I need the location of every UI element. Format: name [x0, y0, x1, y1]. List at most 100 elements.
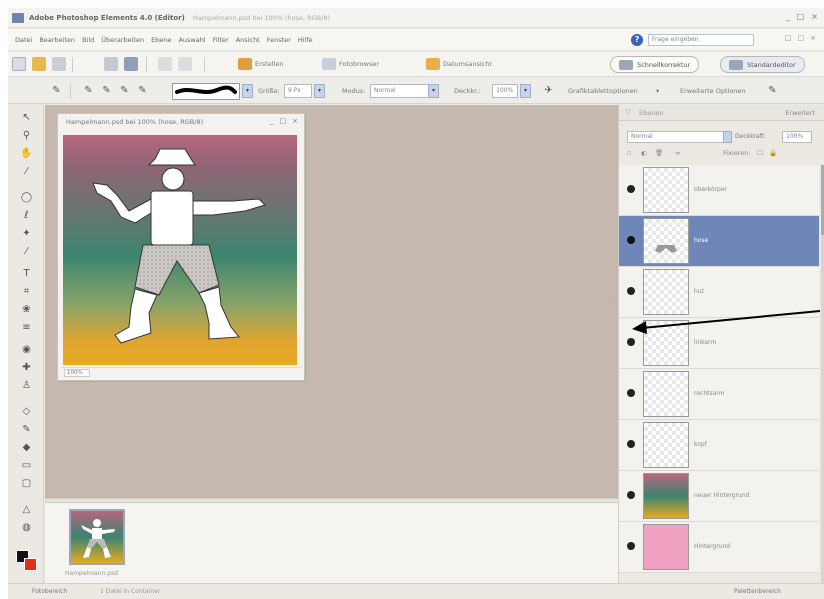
- lock-all-icon[interactable]: 🔒: [769, 149, 777, 157]
- impressionist-brush-icon[interactable]: ✎: [100, 84, 113, 97]
- open-folder-icon[interactable]: [32, 57, 46, 71]
- collapse-triangle-icon[interactable]: ▽: [625, 108, 630, 116]
- zoom-tool-icon[interactable]: ⚲: [20, 129, 33, 142]
- tablet-dropdown-icon[interactable]: ▾: [656, 87, 659, 95]
- lock-transparency-checkbox[interactable]: ☐: [757, 149, 763, 157]
- help-icon[interactable]: ?: [631, 34, 643, 46]
- help-search-input[interactable]: Frage eingeben: [648, 34, 754, 46]
- menu-ebene[interactable]: Ebene: [151, 36, 171, 44]
- opacity-input[interactable]: 100%: [492, 84, 518, 98]
- straighten-tool-icon[interactable]: ≡: [20, 321, 33, 334]
- menu-bearbeiten[interactable]: Bearbeiten: [39, 36, 75, 44]
- layer-row-kopf[interactable]: kopf: [619, 420, 819, 471]
- print-icon[interactable]: [104, 57, 118, 71]
- image-canvas[interactable]: [63, 135, 297, 365]
- menu-ansicht[interactable]: Ansicht: [236, 36, 260, 44]
- doc-close-icon[interactable]: ×: [292, 117, 298, 125]
- palette-bin-toggle[interactable]: Palettenbereich: [734, 588, 781, 595]
- visibility-eye-icon[interactable]: [627, 389, 635, 397]
- layers-palette-header[interactable]: ▽ Ebenen Erweitert: [619, 105, 824, 121]
- doc-minimize-icon[interactable]: _: [270, 117, 274, 125]
- crop-tool-icon[interactable]: ⌗: [20, 285, 33, 298]
- airbrush-icon[interactable]: ✈: [542, 84, 555, 97]
- palette-more-button[interactable]: Erweitert: [785, 109, 815, 117]
- sponge-tool-icon[interactable]: ◍: [20, 521, 33, 534]
- standard-editor-button[interactable]: Standardeditor: [720, 56, 805, 73]
- doc-maximize-icon[interactable]: □: [280, 117, 287, 125]
- gradient-tool-icon[interactable]: ▭: [20, 459, 33, 472]
- move-tool-icon[interactable]: ↖: [20, 111, 33, 124]
- mode-dropdown-icon[interactable]: ▾: [428, 84, 439, 98]
- type-tool-icon[interactable]: T: [20, 267, 33, 280]
- minimize-icon[interactable]: _: [786, 12, 790, 21]
- layer-row-hut[interactable]: hut: [619, 267, 819, 318]
- dateview-button[interactable]: Datumsansicht: [426, 57, 492, 71]
- tablet-options-label[interactable]: Grafiktablettoptionen: [568, 87, 638, 95]
- brush-tool-icon[interactable]: ✎: [20, 423, 33, 436]
- layer-row-neuer-hintergrund[interactable]: neuer Hintergrund: [619, 471, 819, 522]
- red-eye-tool-icon[interactable]: ◉: [20, 343, 33, 356]
- new-file-icon[interactable]: [12, 57, 26, 71]
- visibility-eye-icon[interactable]: [627, 338, 635, 346]
- redo-icon[interactable]: [178, 57, 192, 71]
- lasso-tool-icon[interactable]: ℓ: [20, 209, 33, 222]
- layer-row-oberkoerper[interactable]: oberkörper: [619, 165, 819, 216]
- doc-restore-icon[interactable]: □: [785, 34, 792, 42]
- create-button[interactable]: Erstellen: [238, 57, 283, 71]
- menu-datei[interactable]: Datei: [15, 36, 32, 44]
- undo-icon[interactable]: [158, 57, 172, 71]
- close-icon[interactable]: ×: [811, 12, 818, 21]
- photo-bin-thumbnail[interactable]: [69, 509, 125, 565]
- layer-row-hose[interactable]: hose: [619, 216, 819, 267]
- layer-row-rechtsarm[interactable]: rechtsarm: [619, 369, 819, 420]
- blend-mode-select[interactable]: Normal: [627, 131, 727, 143]
- save-icon[interactable]: [52, 57, 66, 71]
- maximize-icon[interactable]: □: [797, 12, 805, 21]
- hand-tool-icon[interactable]: ✋: [20, 147, 33, 160]
- menu-auswahl[interactable]: Auswahl: [178, 36, 205, 44]
- online-services-icon[interactable]: [124, 57, 138, 71]
- menu-hilfe[interactable]: Hilfe: [298, 36, 313, 44]
- quick-fix-button[interactable]: Schnellkorrektur: [610, 56, 700, 73]
- marquee-tool-icon[interactable]: ◯: [20, 191, 33, 204]
- document-title-bar[interactable]: Hampelmann.psd bei 100% (hose, RGB/8) _ …: [58, 114, 304, 130]
- new-layer-icon[interactable]: ▫: [627, 149, 631, 157]
- doc-maximize-icon[interactable]: □: [798, 34, 805, 42]
- layer-opacity-input[interactable]: 100%: [782, 131, 812, 143]
- visibility-eye-icon[interactable]: [627, 236, 635, 244]
- menu-ueberarbeiten[interactable]: Überarbeiten: [101, 36, 144, 44]
- menu-fenster[interactable]: Fenster: [267, 36, 291, 44]
- selection-brush-tool-icon[interactable]: ⁄: [20, 245, 33, 258]
- blend-mode-dropdown-icon[interactable]: [723, 131, 732, 143]
- paint-bucket-tool-icon[interactable]: ◆: [20, 441, 33, 454]
- magic-wand-tool-icon[interactable]: ✦: [20, 227, 33, 240]
- photobrowser-button[interactable]: Fotobrowser: [322, 57, 379, 71]
- color-replace-icon[interactable]: ✎: [118, 84, 131, 97]
- palette-splitter[interactable]: ⋮: [611, 298, 617, 314]
- blur-tool-icon[interactable]: △: [20, 503, 33, 516]
- visibility-eye-icon[interactable]: [627, 542, 635, 550]
- zoom-field[interactable]: 100%: [64, 369, 90, 377]
- visibility-eye-icon[interactable]: [627, 491, 635, 499]
- opacity-dropdown-icon[interactable]: ▾: [520, 84, 531, 98]
- delete-layer-icon[interactable]: 🗑: [655, 149, 663, 157]
- cookie-cutter-tool-icon[interactable]: ❀: [20, 303, 33, 316]
- background-color-swatch[interactable]: [24, 558, 37, 571]
- eraser-tool-icon[interactable]: ◇: [20, 405, 33, 418]
- adjustment-layer-icon[interactable]: ◐: [641, 149, 647, 157]
- size-input[interactable]: 9 Px: [284, 84, 312, 98]
- eyedropper-tool-icon[interactable]: ⁄: [20, 165, 33, 178]
- visibility-eye-icon[interactable]: [627, 185, 635, 193]
- shape-tool-icon[interactable]: ▢: [20, 477, 33, 490]
- doc-close-icon[interactable]: ×: [810, 34, 816, 42]
- more-options-brush-icon[interactable]: ✎: [766, 84, 779, 97]
- visibility-eye-icon[interactable]: [627, 440, 635, 448]
- healing-brush-tool-icon[interactable]: ✚: [20, 361, 33, 374]
- brush-preset-icon[interactable]: ✎: [82, 84, 95, 97]
- clone-stamp-tool-icon[interactable]: ♙: [20, 379, 33, 392]
- menu-bild[interactable]: Bild: [82, 36, 94, 44]
- menu-filter[interactable]: Filter: [213, 36, 229, 44]
- visibility-eye-icon[interactable]: [627, 287, 635, 295]
- pencil-icon[interactable]: ✎: [136, 84, 149, 97]
- size-dropdown-icon[interactable]: ▾: [314, 84, 325, 98]
